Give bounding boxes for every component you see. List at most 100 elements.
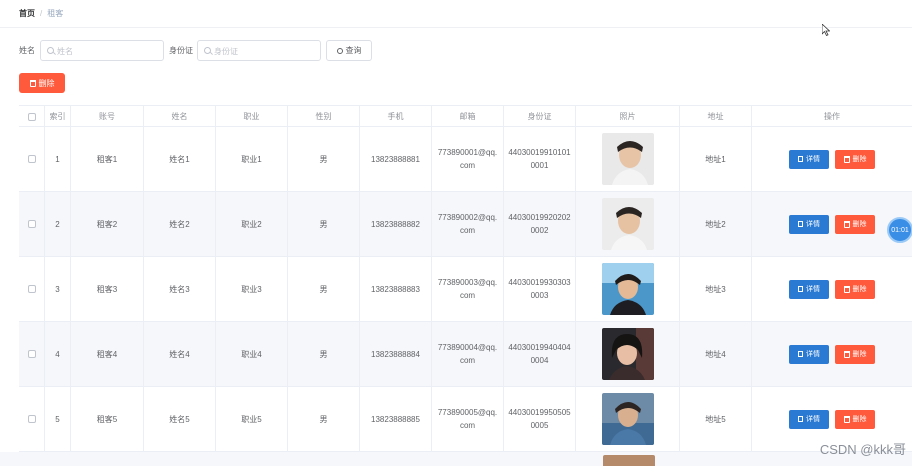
cell-photo (576, 257, 680, 321)
row-checkbox-cell (19, 387, 45, 451)
query-button[interactable]: 查询 (326, 40, 372, 61)
delete-button[interactable]: 删除 (835, 344, 875, 364)
cell-email: 773890003@qq.com (432, 257, 504, 321)
document-icon (798, 416, 803, 422)
header-idcard: 身份证 (504, 106, 576, 127)
top-bar: 首页 / 租客 (0, 0, 912, 28)
detail-button[interactable]: 详情 (789, 214, 829, 234)
cell-name: 姓名1 (144, 127, 216, 191)
delete-button[interactable]: 删除 (835, 409, 875, 429)
row-checkbox[interactable] (27, 415, 36, 423)
trash-icon (843, 220, 850, 228)
row-checkbox-cell (19, 322, 45, 386)
detail-label: 详情 (806, 155, 820, 163)
table-row: 4 租客4 姓名4 职业4 男 13823888884 773890004@qq… (19, 322, 912, 387)
tenant-photo[interactable] (601, 133, 654, 185)
tenant-photo[interactable] (601, 198, 654, 250)
tenant-photo-partial (603, 455, 655, 466)
tenant-photo[interactable] (601, 393, 654, 445)
cell-idcard: 440300199202020002 (504, 192, 576, 256)
name-input[interactable] (57, 44, 159, 58)
cell-address: 地址2 (680, 192, 752, 256)
cell-address: 地址1 (680, 127, 752, 191)
delete-label: 删除 (852, 285, 867, 293)
cell-email: 773890005@qq.com (432, 387, 504, 451)
breadcrumb-home[interactable]: 首页 (19, 9, 35, 18)
search-icon (336, 47, 343, 54)
cell-index: 1 (45, 127, 71, 191)
header-address: 地址 (680, 106, 752, 127)
cell-index: 5 (45, 387, 71, 451)
detail-button[interactable]: 详情 (789, 279, 829, 299)
header-name: 姓名 (144, 106, 216, 127)
cell-photo (576, 127, 680, 191)
header-email: 邮箱 (432, 106, 504, 127)
cell-name: 姓名2 (144, 192, 216, 256)
cell-email: 773890002@qq.com (432, 192, 504, 256)
cell-photo (576, 387, 680, 451)
table-header: 索引 账号 姓名 职业 性别 手机 邮箱 身份证 照片 地址 操作 (19, 105, 912, 127)
detail-label: 详情 (806, 350, 820, 358)
cell-index: 4 (45, 322, 71, 386)
tenant-photo[interactable] (601, 328, 654, 380)
cell-idcard: 440300199404040004 (504, 322, 576, 386)
cell-email: 773890001@qq.com (432, 127, 504, 191)
header-job: 职业 (216, 106, 288, 127)
cell-gender: 男 (288, 257, 360, 321)
detail-button[interactable]: 详情 (789, 344, 829, 364)
cell-photo (576, 322, 680, 386)
header-phone: 手机 (360, 106, 432, 127)
detail-button[interactable]: 详情 (789, 409, 829, 429)
tenant-photo[interactable] (601, 263, 654, 315)
row-checkbox[interactable] (27, 220, 36, 228)
delete-button[interactable]: 删除 (835, 279, 875, 299)
trash-icon (843, 155, 850, 163)
breadcrumb: 首页 / 租客 (19, 8, 63, 19)
row-checkbox-cell (19, 192, 45, 256)
cell-phone: 13823888881 (360, 127, 432, 191)
delete-button[interactable]: 删除 (835, 214, 875, 234)
delete-label: 删除 (852, 415, 867, 423)
row-checkbox[interactable] (27, 285, 36, 293)
batch-delete-button[interactable]: 删除 (19, 73, 65, 93)
cell-gender: 男 (288, 322, 360, 386)
batch-delete-label: 删除 (38, 78, 55, 88)
name-search-input[interactable] (40, 40, 164, 61)
search-icon (204, 47, 211, 54)
select-all-checkbox[interactable] (27, 112, 36, 121)
header-photo: 照片 (576, 106, 680, 127)
row-checkbox-cell (19, 257, 45, 321)
cell-address: 地址5 (680, 387, 752, 451)
detail-label: 详情 (806, 415, 820, 423)
cell-address: 地址3 (680, 257, 752, 321)
cell-account: 租客1 (71, 127, 144, 191)
row-checkbox[interactable] (27, 155, 36, 163)
breadcrumb-current: 租客 (47, 9, 64, 18)
watermark: CSDN @kkk哥 (819, 442, 906, 457)
timer-badge[interactable]: 01:01 (887, 217, 912, 243)
header-account: 账号 (71, 106, 144, 127)
breadcrumb-separator: / (40, 9, 43, 18)
trash-icon (843, 415, 850, 423)
detail-label: 详情 (806, 220, 820, 228)
id-input[interactable] (214, 44, 316, 58)
cell-account: 租客5 (71, 387, 144, 451)
delete-button[interactable]: 删除 (835, 149, 875, 169)
table-row: 2 租客2 姓名2 职业2 男 13823888882 773890002@qq… (19, 192, 912, 257)
cell-idcard: 440300199505050005 (504, 387, 576, 451)
detail-button[interactable]: 详情 (789, 149, 829, 169)
delete-label: 删除 (852, 350, 867, 358)
query-button-label: 查询 (345, 46, 362, 55)
id-label: 身份证 (169, 46, 193, 55)
cell-photo (576, 192, 680, 256)
cell-name: 姓名4 (144, 322, 216, 386)
mouse-cursor-icon (822, 24, 830, 36)
cell-account: 租客3 (71, 257, 144, 321)
header-index: 索引 (45, 106, 71, 127)
row-checkbox-cell (19, 127, 45, 191)
cell-job: 职业1 (216, 127, 288, 191)
row-checkbox[interactable] (27, 350, 36, 358)
id-search-input[interactable] (197, 40, 321, 61)
cell-phone: 13823888885 (360, 387, 432, 451)
cell-job: 职业4 (216, 322, 288, 386)
